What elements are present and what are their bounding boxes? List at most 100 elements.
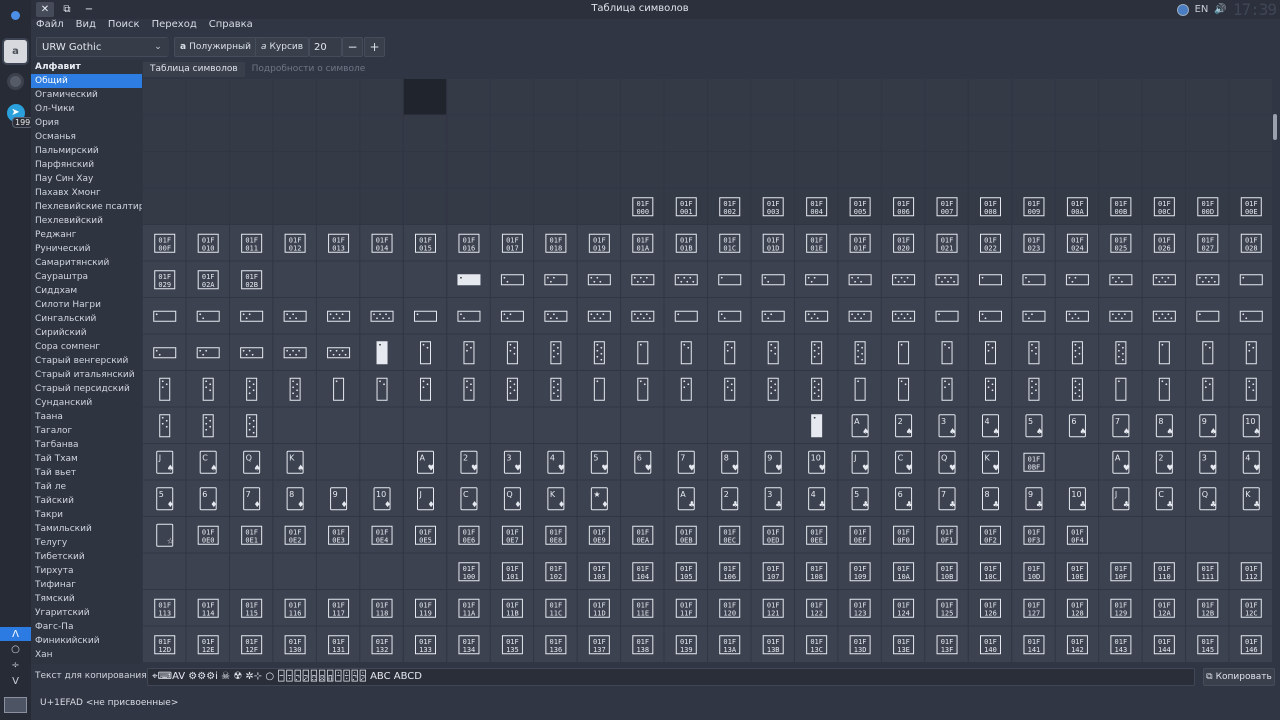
grid-cell[interactable] bbox=[1142, 261, 1186, 298]
script-item[interactable]: Сора сомпенг bbox=[31, 340, 142, 354]
grid-cell[interactable] bbox=[534, 261, 577, 298]
grid-cell[interactable] bbox=[838, 298, 881, 334]
script-item[interactable]: Тагбанва bbox=[31, 438, 142, 452]
grid-cell[interactable] bbox=[621, 407, 664, 444]
grid-cell[interactable] bbox=[751, 334, 794, 371]
grid-cell[interactable] bbox=[838, 152, 881, 188]
grid-cell[interactable] bbox=[1142, 115, 1186, 152]
menu-search[interactable]: Поиск bbox=[108, 19, 140, 34]
grid-cell[interactable] bbox=[968, 407, 1012, 444]
script-item[interactable]: Тифинаг bbox=[31, 578, 142, 592]
grid-cell[interactable] bbox=[273, 298, 316, 334]
app-circle-icon[interactable] bbox=[4, 70, 27, 93]
grid-cell[interactable] bbox=[925, 407, 968, 444]
grid-cell[interactable] bbox=[1186, 371, 1229, 407]
grid-cell[interactable] bbox=[360, 188, 403, 225]
grid-cell[interactable] bbox=[534, 79, 577, 115]
grid-cell[interactable] bbox=[838, 480, 881, 517]
grid-cell[interactable] bbox=[316, 152, 360, 188]
grid-cell[interactable] bbox=[1142, 79, 1186, 115]
menu-help[interactable]: Справка bbox=[209, 19, 253, 34]
grid-cell[interactable] bbox=[186, 553, 229, 590]
grid-cell[interactable] bbox=[1099, 79, 1142, 115]
grid-cell[interactable] bbox=[664, 79, 707, 115]
grid-cell[interactable] bbox=[881, 298, 925, 334]
grid-cell[interactable] bbox=[1186, 261, 1229, 298]
grid-cell[interactable] bbox=[751, 480, 794, 517]
grid-cell[interactable] bbox=[143, 79, 186, 115]
grid-cell[interactable] bbox=[925, 371, 968, 407]
grid-scrollbar[interactable] bbox=[1272, 79, 1278, 663]
grid-cell[interactable] bbox=[360, 115, 403, 152]
grid-cell[interactable] bbox=[621, 480, 664, 517]
grid-cell[interactable] bbox=[490, 261, 534, 298]
grid-cell[interactable] bbox=[143, 371, 186, 407]
grid-cell[interactable] bbox=[1229, 444, 1272, 480]
grid-cell[interactable] bbox=[881, 480, 925, 517]
grid-cell[interactable] bbox=[403, 444, 447, 480]
script-item[interactable]: Тай Тхам bbox=[31, 452, 142, 466]
script-item[interactable]: Хан bbox=[31, 648, 142, 662]
grid-cell[interactable] bbox=[534, 444, 577, 480]
script-item[interactable]: Сиддхам bbox=[31, 284, 142, 298]
grid-cell[interactable] bbox=[621, 371, 664, 407]
grid-cell[interactable] bbox=[447, 188, 490, 225]
grid-cell[interactable] bbox=[881, 79, 925, 115]
grid-cell[interactable] bbox=[1099, 261, 1142, 298]
grid-cell[interactable] bbox=[881, 334, 925, 371]
grid-cell[interactable] bbox=[403, 188, 447, 225]
script-item[interactable]: Рунический bbox=[31, 242, 142, 256]
grid-cell[interactable] bbox=[1012, 480, 1055, 517]
grid-cell[interactable] bbox=[708, 115, 751, 152]
grid-cell[interactable] bbox=[360, 553, 403, 590]
script-item[interactable]: Огамический bbox=[31, 88, 142, 102]
grid-cell[interactable] bbox=[1099, 517, 1142, 553]
grid-cell[interactable] bbox=[490, 188, 534, 225]
grid-cell[interactable] bbox=[1229, 115, 1272, 152]
grid-cell[interactable] bbox=[186, 334, 229, 371]
copy-button[interactable]: ⧉ Копировать bbox=[1203, 668, 1275, 686]
grid-cell[interactable] bbox=[577, 334, 621, 371]
grid-cell[interactable] bbox=[316, 371, 360, 407]
grid-cell[interactable] bbox=[577, 79, 621, 115]
grid-cell[interactable] bbox=[621, 298, 664, 334]
grid-cell[interactable] bbox=[838, 115, 881, 152]
grid-cell[interactable] bbox=[1186, 298, 1229, 334]
grid-cell[interactable] bbox=[577, 444, 621, 480]
grid-cell[interactable] bbox=[316, 444, 360, 480]
grid-cell[interactable] bbox=[1055, 79, 1099, 115]
grid-cell[interactable] bbox=[708, 371, 751, 407]
grid-cell[interactable] bbox=[360, 261, 403, 298]
grid-cell[interactable] bbox=[273, 188, 316, 225]
grid-cell[interactable] bbox=[447, 444, 490, 480]
grid-cell[interactable] bbox=[751, 115, 794, 152]
grid-cell[interactable] bbox=[751, 371, 794, 407]
grid-cell[interactable] bbox=[708, 334, 751, 371]
grid-cell[interactable] bbox=[838, 371, 881, 407]
script-item[interactable]: Тамильский bbox=[31, 522, 142, 536]
grid-cell[interactable] bbox=[1186, 115, 1229, 152]
menu-goto[interactable]: Переход bbox=[152, 19, 197, 34]
dock-bottom-circle[interactable]: ○ bbox=[0, 642, 31, 656]
grid-cell[interactable] bbox=[1055, 444, 1099, 480]
grid-cell[interactable] bbox=[881, 152, 925, 188]
grid-cell[interactable] bbox=[1229, 334, 1272, 371]
grid-cell[interactable] bbox=[229, 115, 273, 152]
grid-cell[interactable] bbox=[186, 480, 229, 517]
grid-cell[interactable] bbox=[708, 480, 751, 517]
menu-view[interactable]: Вид bbox=[76, 19, 96, 34]
grid-cell[interactable] bbox=[403, 298, 447, 334]
grid-cell[interactable] bbox=[1142, 152, 1186, 188]
decrease-size-button[interactable]: − bbox=[342, 37, 363, 57]
grid-cell[interactable] bbox=[490, 371, 534, 407]
character-grid[interactable]: 01F 000 01F 001 01F 002 01F 003 01F 004 01F 005 01F 0… bbox=[143, 79, 1273, 663]
grid-cell[interactable] bbox=[794, 480, 838, 517]
grid-cell[interactable] bbox=[403, 407, 447, 444]
grid-cell[interactable] bbox=[1099, 480, 1142, 517]
dock-bottom-lambda[interactable]: Λ bbox=[0, 627, 31, 641]
script-item[interactable]: Силоти Нагри bbox=[31, 298, 142, 312]
grid-cell[interactable] bbox=[143, 517, 186, 553]
grid-cell[interactable] bbox=[1229, 371, 1272, 407]
grid-cell[interactable] bbox=[143, 152, 186, 188]
grid-cell[interactable] bbox=[316, 298, 360, 334]
